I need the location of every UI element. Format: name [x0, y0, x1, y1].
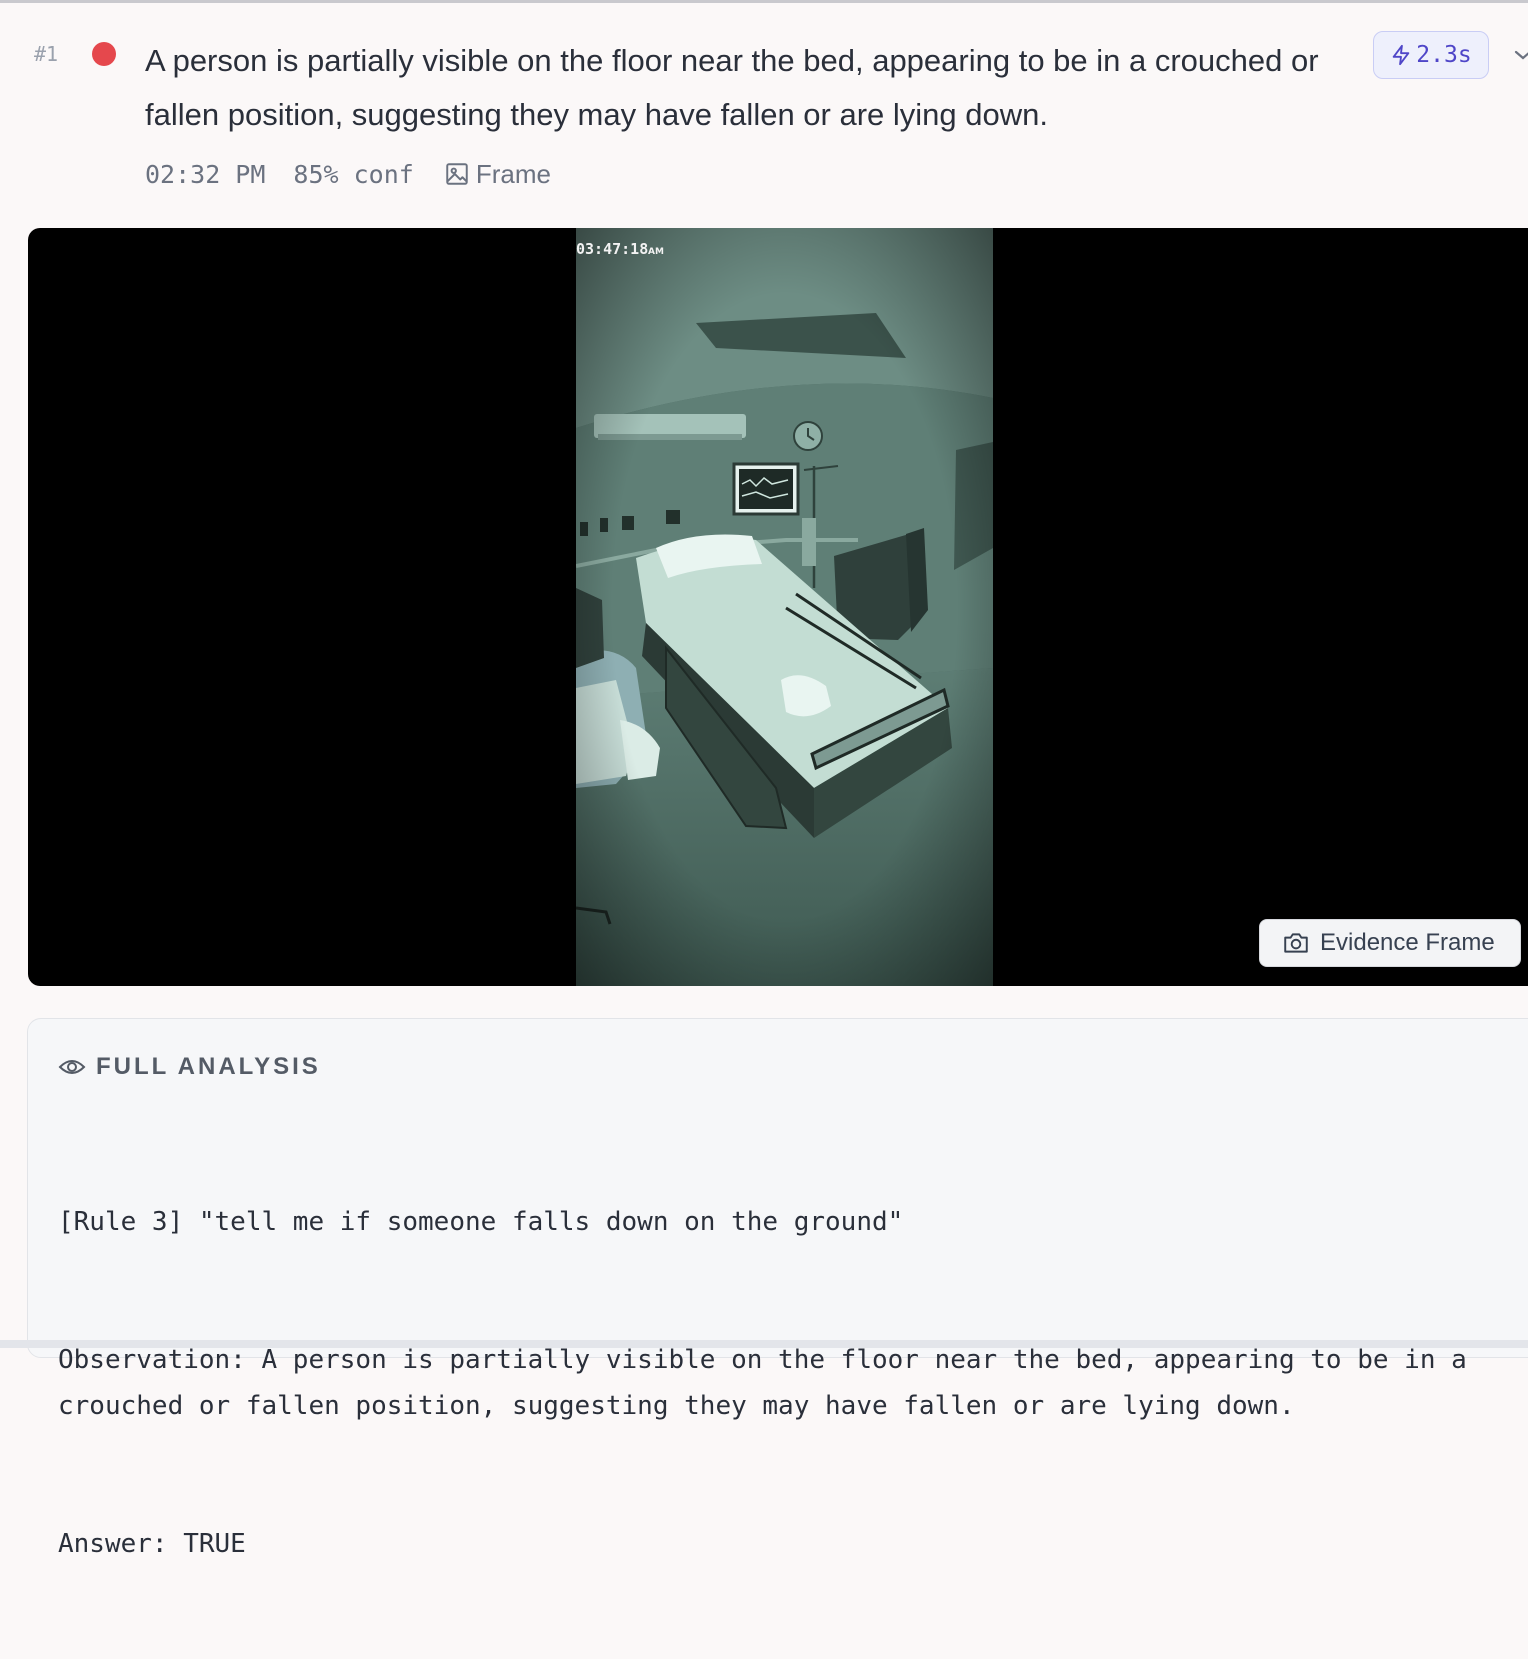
- chevron-down-icon: [1514, 50, 1528, 60]
- full-analysis-title: FULL ANALYSIS: [96, 1053, 321, 1080]
- camera-icon: [1284, 933, 1308, 953]
- evidence-viewer: 03:47:18 AM: [28, 228, 1528, 986]
- confidence: 85% conf: [293, 159, 414, 189]
- event-summary: A person is partially visible on the flo…: [145, 43, 1319, 132]
- expand-toggle[interactable]: [1508, 40, 1528, 66]
- top-divider: [0, 0, 1528, 3]
- full-analysis-text: [Rule 3] "tell me if someone falls down …: [58, 1107, 1508, 1659]
- frame-link[interactable]: Frame: [444, 159, 551, 190]
- latency-value: 2.3s: [1416, 42, 1472, 68]
- lightning-icon: [1393, 44, 1410, 66]
- severity-indicator: [92, 42, 116, 66]
- event-meta: 02:32 PM 85% conf Frame: [145, 154, 551, 194]
- evidence-frame-button[interactable]: Evidence Frame: [1259, 919, 1521, 967]
- camera-frame: 03:47:18 AM: [576, 228, 993, 986]
- analysis-observation: Observation: A person is partially visib…: [58, 1345, 1483, 1421]
- analysis-rule-line: [Rule 3] "tell me if someone falls down …: [58, 1207, 904, 1237]
- image-icon: [446, 163, 468, 185]
- full-analysis-panel: FULL ANALYSIS [Rule 3] "tell me if someo…: [27, 1018, 1528, 1559]
- latency-badge: 2.3s: [1373, 31, 1489, 79]
- camera-timestamp-suffix: AM: [648, 247, 664, 257]
- analysis-answer: Answer: TRUE: [58, 1529, 246, 1559]
- event-time: 02:32 PM: [145, 159, 266, 189]
- event-index: #1: [34, 42, 59, 66]
- evidence-frame-label: Evidence Frame: [1320, 929, 1495, 956]
- eye-icon: [58, 1060, 86, 1074]
- frame-link-label: Frame: [475, 158, 551, 189]
- camera-timestamp: 03:47:18: [576, 240, 648, 258]
- full-analysis-header: FULL ANALYSIS: [58, 1053, 321, 1081]
- bottom-divider: [0, 1340, 1528, 1348]
